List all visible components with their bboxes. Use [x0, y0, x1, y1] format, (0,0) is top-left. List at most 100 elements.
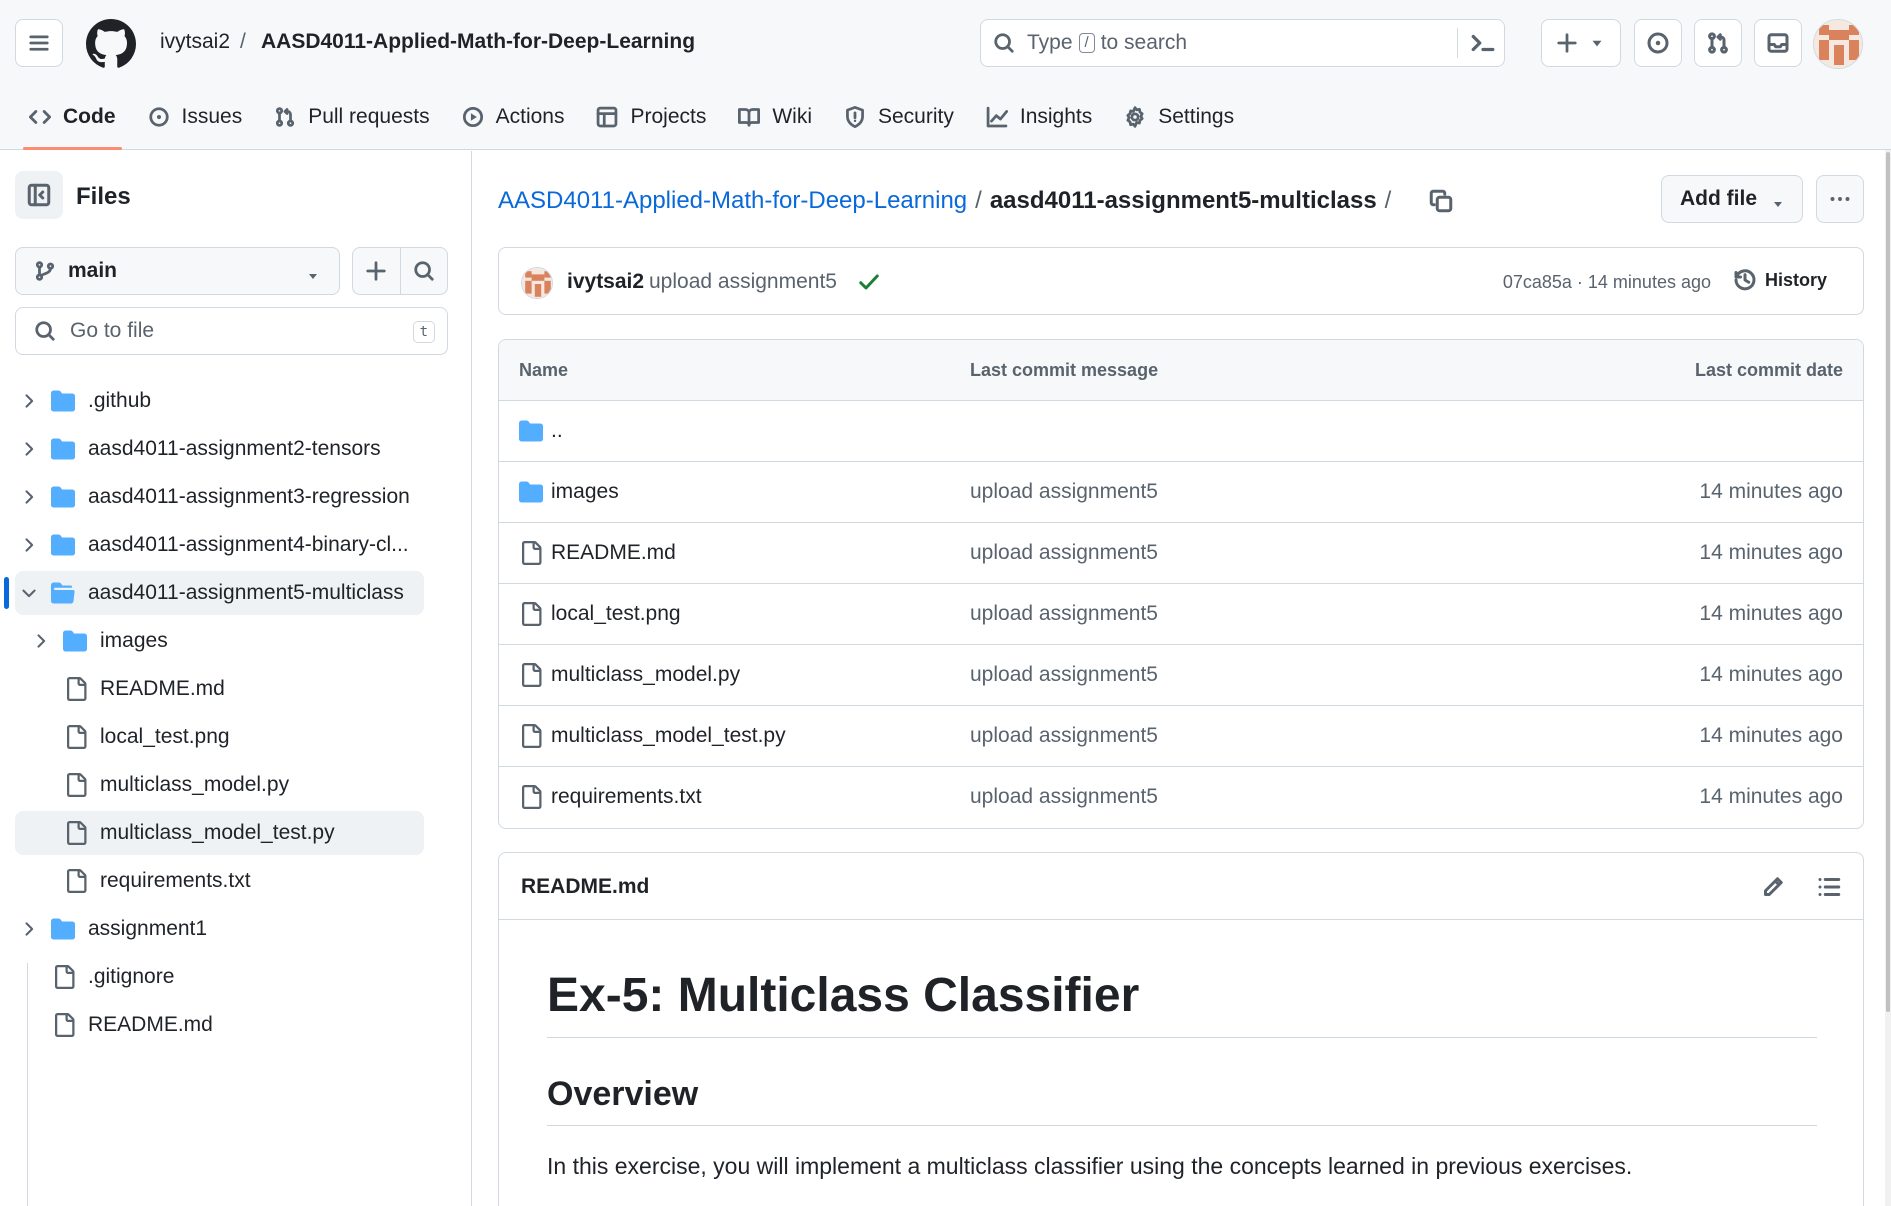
- copy-icon[interactable]: [1429, 189, 1453, 213]
- tree-item-github[interactable]: .github: [0, 377, 472, 425]
- tab-settings[interactable]: Settings: [1110, 95, 1248, 139]
- chevron-down-icon[interactable]: [19, 583, 39, 603]
- tree-item-assignment4[interactable]: aasd4011-assignment4-binary-cl...: [0, 521, 472, 569]
- table-row-parent[interactable]: ..: [499, 401, 1863, 462]
- col-date-header: Last commit date: [1694, 360, 1843, 380]
- tab-actions[interactable]: Actions: [448, 95, 579, 139]
- tab-label: Security: [878, 105, 954, 128]
- more-options-button[interactable]: [1816, 175, 1864, 223]
- tree-item-readme-sub[interactable]: README.md: [0, 665, 472, 713]
- table-row: images upload assignment5 14 minutes ago: [499, 462, 1863, 523]
- tree-item-assignment2[interactable]: aasd4011-assignment2-tensors: [0, 425, 472, 473]
- file-name-link[interactable]: local_test.png: [551, 602, 681, 626]
- tree-item-label: README.md: [88, 1013, 213, 1036]
- tab-label: Insights: [1019, 105, 1093, 128]
- commit-message-link[interactable]: upload assignment5: [970, 480, 1158, 504]
- add-file-button[interactable]: [353, 248, 401, 294]
- commit-message-link[interactable]: upload assignment5: [970, 602, 1158, 626]
- tab-security[interactable]: Security: [830, 95, 968, 139]
- inbox-button[interactable]: [1754, 19, 1802, 67]
- issue-opened-icon: [1647, 32, 1669, 54]
- file-name-link[interactable]: multiclass_model.py: [551, 663, 740, 687]
- commit-author[interactable]: ivytsai2: [567, 270, 644, 294]
- create-new-button[interactable]: [1541, 19, 1621, 67]
- sidebar-collapse-icon: [27, 183, 51, 207]
- commit-date: 14 minutes ago: [1699, 724, 1843, 747]
- chevron-right-icon[interactable]: [31, 631, 51, 651]
- collapse-sidebar-button[interactable]: [15, 171, 63, 219]
- tree-item-assignment5[interactable]: aasd4011-assignment5-multiclass: [0, 569, 472, 617]
- file-name-link[interactable]: images: [551, 480, 619, 504]
- chevron-right-icon[interactable]: [19, 439, 39, 459]
- search-files-button[interactable]: [401, 248, 448, 294]
- tree-item-multiclass-model-test[interactable]: multiclass_model_test.py: [0, 809, 472, 857]
- graph-icon: [986, 106, 1008, 128]
- readme-content: Ex-5: Multiclass Classifier Overview In …: [547, 920, 1817, 1182]
- commit-message-link[interactable]: upload assignment5: [970, 724, 1158, 748]
- tree-item-multiclass-model[interactable]: multiclass_model.py: [0, 761, 472, 809]
- history-icon: [1734, 269, 1756, 291]
- issues-button[interactable]: [1634, 19, 1682, 67]
- command-palette-icon[interactable]: [1470, 30, 1496, 56]
- tree-item-images[interactable]: images: [0, 617, 472, 665]
- tab-code[interactable]: Code: [15, 95, 130, 150]
- breadcrumb-owner[interactable]: ivytsai2: [160, 30, 230, 54]
- chevron-right-icon[interactable]: [19, 919, 39, 939]
- file-name-link[interactable]: multiclass_model_test.py: [551, 724, 786, 748]
- tab-label: Actions: [495, 105, 565, 128]
- search-input[interactable]: Type / to search: [980, 19, 1505, 67]
- tab-wiki[interactable]: Wiki: [724, 95, 826, 139]
- list-unordered-icon[interactable]: [1817, 875, 1841, 899]
- file-icon: [519, 785, 543, 809]
- commit-message[interactable]: upload assignment5: [649, 270, 837, 294]
- github-logo-icon[interactable]: [86, 19, 136, 69]
- add-file-button[interactable]: Add file: [1661, 175, 1803, 223]
- folder-icon: [519, 419, 543, 443]
- tree-item-readme-root[interactable]: README.md: [0, 1001, 472, 1049]
- commit-sha-and-time[interactable]: 07ca85a · 14 minutes ago: [1503, 272, 1711, 293]
- commit-message-link[interactable]: upload assignment5: [970, 663, 1158, 687]
- tab-pull-requests[interactable]: Pull requests: [260, 95, 443, 139]
- go-to-file-input[interactable]: Go to file t: [15, 307, 448, 355]
- chevron-right-icon[interactable]: [19, 391, 39, 411]
- branch-selector[interactable]: main: [15, 247, 340, 295]
- file-name-link[interactable]: README.md: [551, 541, 676, 565]
- commit-message-link[interactable]: upload assignment5: [970, 541, 1158, 565]
- check-icon[interactable]: [857, 270, 881, 294]
- chevron-right-icon[interactable]: [19, 487, 39, 507]
- tree-item-assignment3[interactable]: aasd4011-assignment3-regression: [0, 473, 472, 521]
- pencil-icon[interactable]: [1761, 875, 1785, 899]
- file-icon: [64, 677, 88, 701]
- scrollbar-thumb[interactable]: [1886, 152, 1890, 1012]
- readme-title[interactable]: README.md: [521, 875, 649, 899]
- folder-icon: [51, 437, 75, 461]
- parent-dir-link[interactable]: ..: [551, 419, 563, 443]
- git-pull-request-icon: [276, 107, 295, 127]
- tree-item-assignment1[interactable]: assignment1: [0, 905, 472, 953]
- tree-item-label: multiclass_model_test.py: [100, 821, 335, 844]
- plus-icon: [1557, 33, 1577, 53]
- commit-message-link[interactable]: upload assignment5: [970, 785, 1158, 809]
- chevron-right-icon[interactable]: [19, 535, 39, 555]
- commit-author-avatar[interactable]: [521, 267, 553, 299]
- tree-item-requirements[interactable]: requirements.txt: [0, 857, 472, 905]
- tree-item-label: requirements.txt: [100, 869, 251, 892]
- tab-insights[interactable]: Insights: [972, 95, 1106, 139]
- path-root-link[interactable]: AASD4011-Applied-Math-for-Deep-Learning: [498, 187, 967, 215]
- tab-issues[interactable]: Issues: [134, 95, 257, 139]
- history-button[interactable]: History: [1733, 268, 1827, 292]
- tree-item-gitignore[interactable]: .gitignore: [0, 953, 472, 1001]
- tab-label: Wiki: [772, 105, 812, 128]
- user-avatar[interactable]: [1813, 19, 1863, 69]
- tree-item-local-test[interactable]: local_test.png: [0, 713, 472, 761]
- file-name-link[interactable]: requirements.txt: [551, 785, 702, 809]
- file-icon: [519, 541, 543, 565]
- file-icon: [64, 821, 88, 845]
- menu-button[interactable]: [15, 19, 63, 67]
- folder-icon: [519, 480, 543, 504]
- main-content: AASD4011-Applied-Math-for-Deep-Learning …: [473, 151, 1891, 1206]
- folder-icon: [51, 485, 75, 509]
- pull-requests-button[interactable]: [1694, 19, 1742, 67]
- tab-projects[interactable]: Projects: [582, 95, 720, 139]
- breadcrumb-repo[interactable]: AASD4011-Applied-Math-for-Deep-Learning: [261, 30, 695, 54]
